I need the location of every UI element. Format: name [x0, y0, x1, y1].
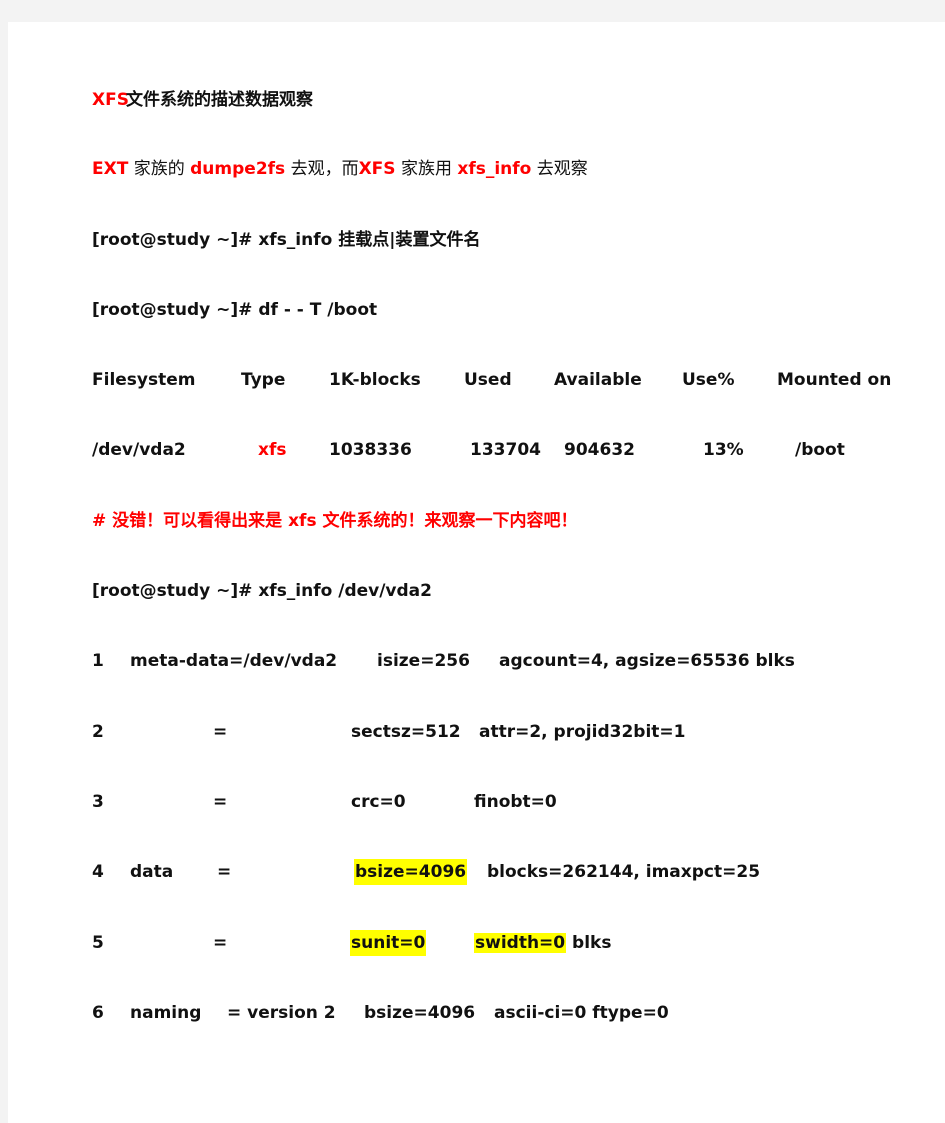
- df-cell-1k-blocks: 1038336: [329, 440, 412, 460]
- xfs-info-equals: =: [217, 862, 232, 882]
- document-page: XFS 文件系统的描述数据观察 EXT 家族的 dumpe2fs 去观，而XFS…: [8, 22, 945, 1123]
- intro-xfs: XFS: [358, 159, 396, 179]
- xfs-info-col4-highlighted: swidth=0: [474, 933, 567, 953]
- df-cell-mounted-on: /boot: [795, 440, 845, 460]
- line-number: 1: [92, 651, 104, 671]
- xfs-info-col4: attr=2, projid32bit=1: [479, 722, 686, 742]
- df-cell-used: 133704: [470, 440, 541, 460]
- df-cell-use-percent: 13%: [703, 440, 744, 460]
- df-cell-filesystem: /dev/vda2: [92, 440, 186, 460]
- command-df-text: [root@study ~]# df - - T /boot: [92, 300, 378, 320]
- xfs-info-col3: bsize=4096: [364, 1003, 476, 1023]
- xfs-info-col3: isize=256: [377, 651, 470, 671]
- intro-text-1: 家族的: [128, 159, 191, 179]
- intro-text-2: 去观，而: [285, 159, 359, 179]
- df-header-use-percent: Use%: [682, 370, 735, 390]
- intro-text-4: 去观察: [531, 159, 588, 179]
- intro-xfs-info: xfs_info: [457, 159, 532, 179]
- line-number: 6: [92, 1003, 104, 1023]
- xfs-info-col4: blocks=262144, imaxpct=25: [487, 862, 761, 882]
- xfs-info-section: data: [130, 862, 174, 882]
- command-usage-text: [root@study ~]# xfs_info 挂载点|装置文件名: [92, 230, 481, 250]
- line-number: 4: [92, 862, 104, 882]
- xfs-info-col5: blks: [572, 933, 612, 953]
- df-header-available: Available: [554, 370, 642, 390]
- df-header-type: Type: [241, 370, 286, 390]
- df-header-1k-blocks: 1K-blocks: [329, 370, 421, 390]
- intro-text-3: 家族用: [395, 159, 458, 179]
- xfs-info-section: =: [213, 792, 228, 812]
- xfs-info-section: naming: [130, 1003, 202, 1023]
- comment-text: # 没错！可以看得出来是 xfs 文件系统的！来观察一下内容吧！: [92, 511, 578, 531]
- xfs-info-col3: crc=0: [351, 792, 406, 812]
- xfs-info-equals: = version 2: [227, 1003, 336, 1023]
- xfs-info-col3-highlighted: sunit=0: [350, 930, 427, 956]
- xfs-info-col4: agcount=4, agsize=65536 blks: [499, 651, 795, 671]
- line-number: 2: [92, 722, 104, 742]
- xfs-info-section: =: [213, 722, 228, 742]
- df-cell-type: xfs: [258, 440, 287, 460]
- df-header-used: Used: [464, 370, 512, 390]
- df-cell-available: 904632: [564, 440, 635, 460]
- line-number: 3: [92, 792, 104, 812]
- df-header-mounted-on: Mounted on: [777, 370, 892, 390]
- xfs-info-col4: ascii-ci=0 ftype=0: [494, 1003, 669, 1023]
- line-number: 5: [92, 933, 104, 953]
- intro-dumpe2fs: dumpe2fs: [190, 159, 286, 179]
- title-text: 文件系统的描述数据观察: [126, 90, 313, 110]
- title-prefix: XFS: [92, 90, 129, 110]
- df-header-filesystem: Filesystem: [92, 370, 196, 390]
- xfs-info-section: =: [213, 933, 228, 953]
- command-xfs-info-text: [root@study ~]# xfs_info /dev/vda2: [92, 581, 432, 601]
- xfs-info-col3-highlighted: bsize=4096: [354, 859, 468, 885]
- xfs-info-section: meta-data=/dev/vda2: [130, 651, 338, 671]
- intro-ext: EXT: [92, 159, 129, 179]
- xfs-info-col4: finobt=0: [474, 792, 557, 812]
- xfs-info-col3: sectsz=512: [351, 722, 461, 742]
